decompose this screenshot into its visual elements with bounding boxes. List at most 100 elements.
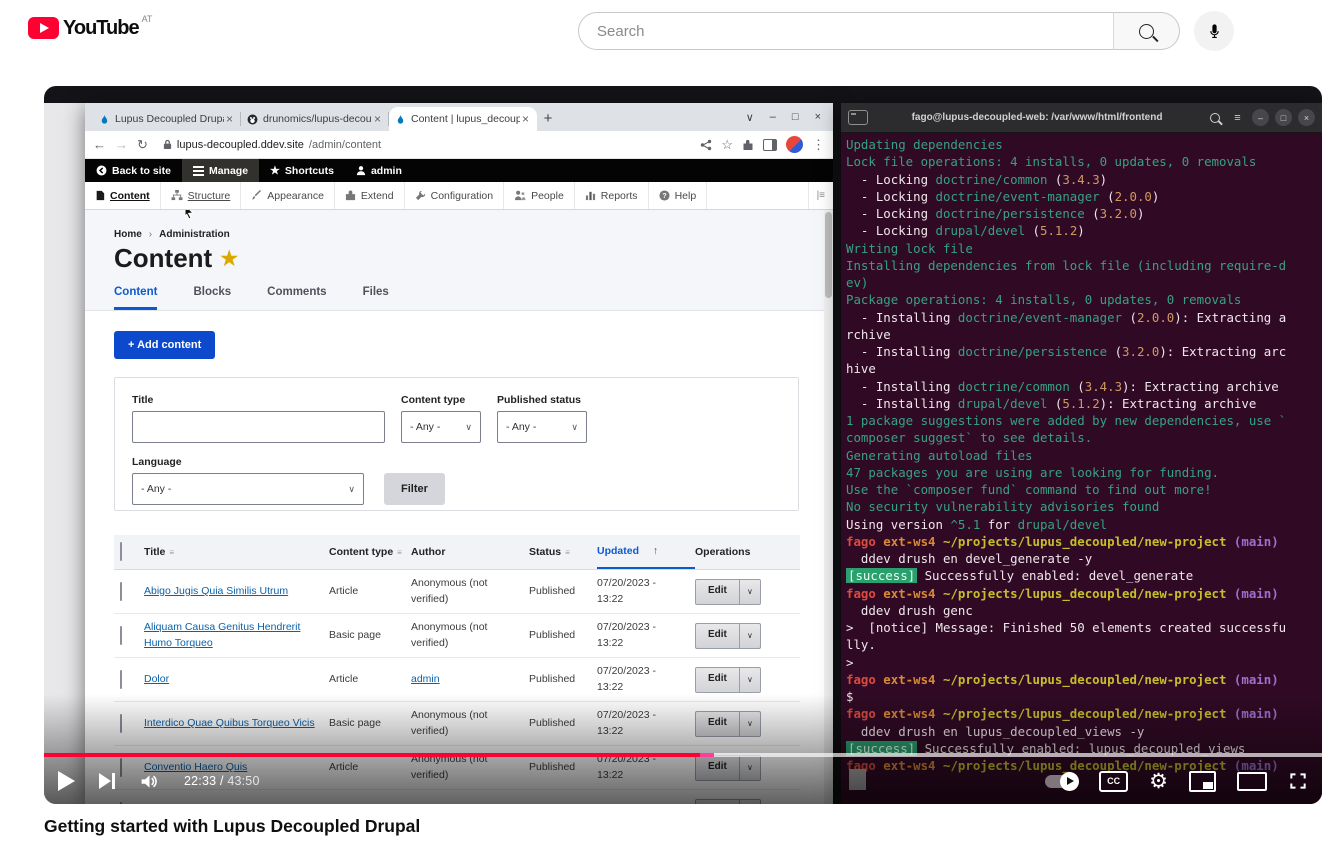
- table-row: Aliquam Causa Genitus Hendrerit Humo Tor…: [114, 614, 800, 658]
- terminal-minimize-icon[interactable]: –: [1252, 109, 1269, 126]
- play-button[interactable]: [58, 771, 75, 791]
- chevron-down-icon: ∨: [571, 422, 578, 433]
- admin-user-button[interactable]: admin: [345, 159, 413, 182]
- miniplayer-button[interactable]: [1189, 771, 1216, 792]
- menu-item-extend[interactable]: Extend: [335, 182, 405, 209]
- settings-gear-icon[interactable]: ⚙: [1149, 771, 1168, 792]
- row-checkbox[interactable]: [120, 582, 122, 601]
- col-updated-sort[interactable]: Updated ↑: [597, 535, 695, 569]
- share-icon[interactable]: [700, 139, 712, 151]
- title-filter-input[interactable]: [132, 411, 385, 443]
- progress-bar[interactable]: [44, 753, 1322, 757]
- new-tab-button[interactable]: +: [537, 107, 559, 129]
- tab-close-icon[interactable]: ×: [224, 112, 235, 126]
- menu-item-people[interactable]: People: [504, 182, 575, 209]
- content-title-link[interactable]: Dolor: [144, 673, 169, 685]
- row-checkbox[interactable]: [120, 670, 122, 689]
- terminal-maximize-icon[interactable]: □: [1275, 109, 1292, 126]
- content-type-select[interactable]: - Any -∨: [401, 411, 481, 443]
- chevron-down-icon[interactable]: ∨: [739, 712, 760, 736]
- tab-files[interactable]: Files: [363, 286, 389, 310]
- scrollbar-thumb[interactable]: [825, 212, 832, 298]
- terminal-search-icon[interactable]: [1206, 109, 1223, 126]
- browser-tab-2[interactable]: drunomics/lupus-decoup×: [241, 107, 389, 131]
- profile-avatar[interactable]: [786, 136, 803, 153]
- bookmark-star-icon[interactable]: ☆: [721, 138, 733, 151]
- toolbar-orientation-toggle[interactable]: |≡: [808, 182, 833, 209]
- terminal-close-icon[interactable]: ×: [1298, 109, 1315, 126]
- browser-menu-icon[interactable]: ⋮: [812, 138, 825, 151]
- select-all-checkbox[interactable]: [120, 542, 122, 561]
- video-player[interactable]: Lupus Decoupled Drupal×drunomics/lupus-d…: [44, 86, 1322, 804]
- back-to-site-button[interactable]: Back to site: [85, 159, 182, 182]
- file-icon: [95, 190, 105, 201]
- tab-content[interactable]: Content: [114, 286, 157, 310]
- tab-comments[interactable]: Comments: [267, 286, 326, 310]
- terminal-line: fago ext-ws4 ~/projects/lupus_decoupled/…: [846, 585, 1322, 602]
- browser-scrollbar[interactable]: [824, 210, 833, 804]
- row-checkbox[interactable]: [120, 714, 122, 733]
- reload-icon[interactable]: ↻: [137, 138, 148, 151]
- tab-search-icon[interactable]: ∨: [746, 111, 754, 124]
- filter-button[interactable]: Filter: [384, 473, 445, 505]
- progress-scrubber[interactable]: [700, 753, 714, 757]
- tab-close-icon[interactable]: ×: [520, 112, 531, 126]
- theater-mode-button[interactable]: [1237, 772, 1267, 791]
- content-title-link[interactable]: Aliquam Causa Genitus Hendrerit Humo Tor…: [144, 621, 300, 648]
- menu-item-appearance[interactable]: Appearance: [241, 182, 335, 209]
- chevron-down-icon[interactable]: ∨: [739, 580, 760, 604]
- edit-dropdown-button[interactable]: Edit∨: [695, 579, 761, 605]
- forward-icon[interactable]: →: [115, 138, 128, 151]
- youtube-logo[interactable]: YouTube AT: [28, 17, 152, 39]
- menu-item-structure[interactable]: Structure: [161, 182, 242, 209]
- menu-item-configuration[interactable]: Configuration: [405, 182, 504, 209]
- search-button[interactable]: [1113, 12, 1180, 50]
- edit-button-label: Edit: [696, 624, 739, 648]
- published-status-select[interactable]: - Any -∨: [497, 411, 587, 443]
- language-select[interactable]: - Any -∨: [132, 473, 364, 505]
- menu-item-help[interactable]: ?Help: [649, 182, 708, 209]
- shortcuts-button[interactable]: ★ Shortcuts: [259, 159, 345, 182]
- terminal-menu-icon[interactable]: ≡: [1229, 109, 1246, 126]
- row-checkbox[interactable]: [120, 626, 122, 645]
- terminal-output[interactable]: Updating dependenciesLock file operation…: [841, 133, 1322, 804]
- edit-dropdown-button[interactable]: Edit∨: [695, 623, 761, 649]
- volume-icon[interactable]: [139, 771, 160, 792]
- captions-button[interactable]: CC: [1099, 771, 1128, 792]
- filter-icon[interactable]: ≡: [397, 548, 402, 557]
- breadcrumb-administration[interactable]: Administration: [159, 229, 230, 240]
- content-title-link[interactable]: Interdico Quae Quibus Torqueo Vicis: [144, 717, 315, 729]
- chevron-down-icon[interactable]: ∨: [739, 624, 760, 648]
- tab-close-icon[interactable]: ×: [372, 112, 383, 126]
- browser-tab-3[interactable]: Content | lupus_decouple×: [389, 107, 537, 131]
- close-icon[interactable]: ×: [815, 111, 821, 123]
- side-panel-icon[interactable]: [763, 139, 777, 151]
- chevron-down-icon[interactable]: ∨: [739, 668, 760, 692]
- edit-dropdown-button[interactable]: Edit∨: [695, 711, 761, 737]
- filter-icon[interactable]: ≡: [169, 548, 174, 557]
- tab-blocks[interactable]: Blocks: [193, 286, 231, 310]
- browser-tab-1[interactable]: Lupus Decoupled Drupal×: [93, 107, 241, 131]
- author-link[interactable]: admin: [411, 673, 440, 685]
- minimize-icon[interactable]: –: [770, 111, 776, 123]
- back-icon[interactable]: ←: [93, 138, 106, 151]
- autoplay-toggle[interactable]: [1045, 775, 1078, 788]
- add-content-button[interactable]: + Add content: [114, 331, 215, 359]
- fullscreen-button[interactable]: [1288, 771, 1308, 791]
- extension-pin-icon[interactable]: [742, 139, 754, 151]
- filter-icon[interactable]: ≡: [565, 548, 570, 557]
- edit-dropdown-button[interactable]: Edit∨: [695, 667, 761, 693]
- breadcrumb-home[interactable]: Home: [114, 229, 142, 240]
- favorite-star-icon[interactable]: ★: [220, 246, 238, 271]
- manage-button[interactable]: Manage: [182, 159, 259, 182]
- terminal-line: hive: [846, 360, 1322, 377]
- voice-search-button[interactable]: [1194, 11, 1234, 51]
- terminal-new-tab-icon[interactable]: [848, 110, 868, 125]
- address-bar[interactable]: lupus-decoupled.ddev.site/admin/content: [163, 139, 691, 151]
- maximize-icon[interactable]: □: [792, 111, 799, 123]
- menu-item-reports[interactable]: Reports: [575, 182, 649, 209]
- content-title-link[interactable]: Abigo Jugis Quia Similis Utrum: [144, 585, 288, 597]
- search-input[interactable]: [595, 22, 1079, 41]
- next-button[interactable]: [99, 773, 115, 789]
- menu-item-content[interactable]: Content: [85, 182, 161, 209]
